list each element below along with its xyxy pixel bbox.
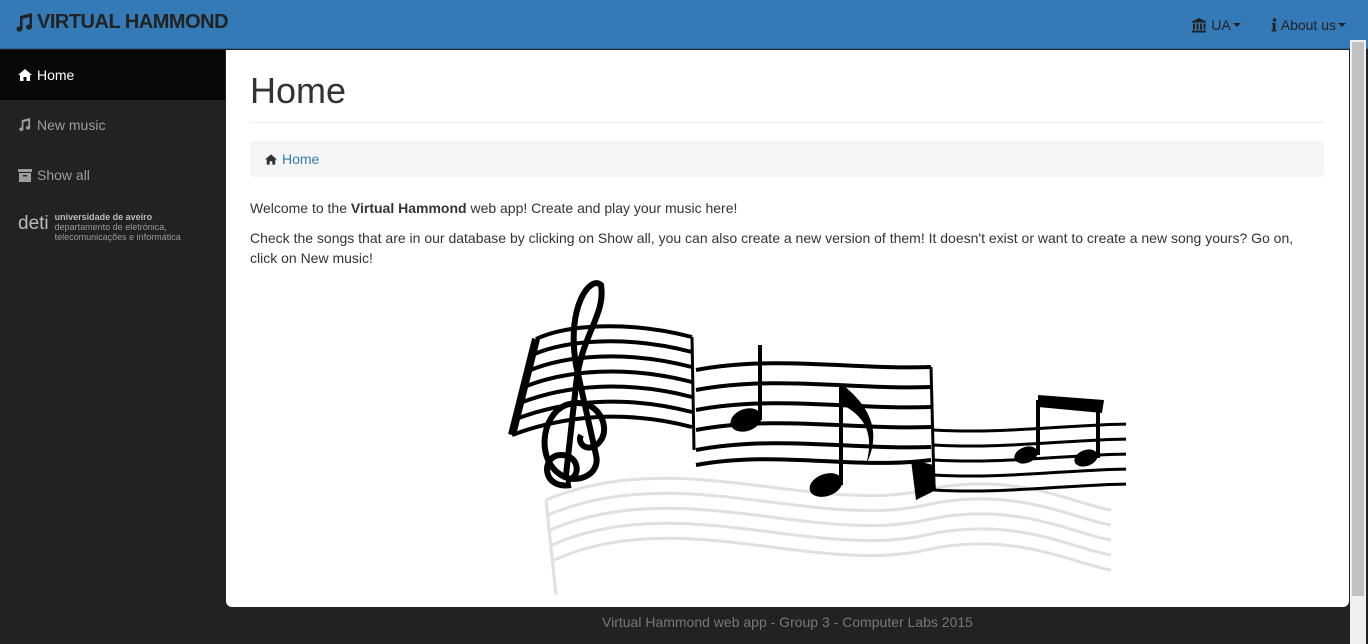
ua-label: UA (1211, 16, 1231, 33)
footer-text: Virtual Hammond web app - Group 3 - Comp… (602, 614, 973, 630)
page-title: Home (250, 70, 1324, 123)
deti-logo-line3: telecomunicações e informática (54, 232, 181, 242)
sidebar: Home New music Show all deti universidad… (0, 50, 225, 644)
welcome-paragraph: Welcome to the Virtual Hammond web app! … (250, 200, 738, 216)
deti-logo-line2: departamento de eletrónica, (54, 222, 167, 232)
institution-icon (1191, 17, 1207, 33)
breadcrumb-home-link[interactable]: Home (265, 151, 319, 167)
scrollbar-thumb[interactable] (1352, 42, 1364, 596)
about-us-label: About us (1280, 16, 1336, 33)
sidebar-item-new-music[interactable]: New music (0, 100, 225, 150)
main-content: Home Home Welcome to the Virtual Hammond… (226, 50, 1349, 607)
breadcrumb-home-label: Home (282, 151, 320, 167)
app-name-bold: Virtual Hammond (350, 200, 467, 216)
caret-down-icon (1338, 22, 1346, 27)
ua-dropdown[interactable]: UA (1191, 16, 1241, 33)
sidebar-item-show-all[interactable]: Show all (0, 150, 225, 200)
top-navbar: VIRTUAL HAMMOND UA About us (0, 0, 1368, 49)
music-staff-illustration (508, 280, 1126, 596)
sidebar-item-label: Home (37, 67, 75, 83)
archive-icon (18, 168, 37, 182)
home-icon (18, 69, 37, 81)
sidebar-item-home[interactable]: Home (0, 50, 225, 100)
caret-down-icon (1232, 22, 1241, 27)
music-icon (18, 118, 37, 132)
brand-link[interactable]: VIRTUAL HAMMOND (15, 11, 229, 34)
instructions-paragraph: Check the songs that are in our database… (250, 230, 1294, 266)
deti-logo[interactable]: deti universidade de aveiro departamento… (0, 200, 225, 242)
info-icon (1271, 17, 1277, 32)
sidebar-item-label: Show all (37, 167, 90, 183)
deti-logo-word: deti (18, 213, 49, 234)
about-us-dropdown[interactable]: About us (1271, 17, 1346, 33)
deti-logo-line1: universidade de aveiro (54, 212, 153, 222)
music-note-icon (16, 12, 33, 32)
sidebar-item-label: New music (37, 117, 106, 133)
intro-text: Welcome to the Virtual Hammond web app! … (250, 198, 1324, 278)
breadcrumb: Home (250, 141, 1324, 177)
brand-title: VIRTUAL HAMMOND (37, 11, 229, 33)
home-icon (265, 153, 277, 165)
